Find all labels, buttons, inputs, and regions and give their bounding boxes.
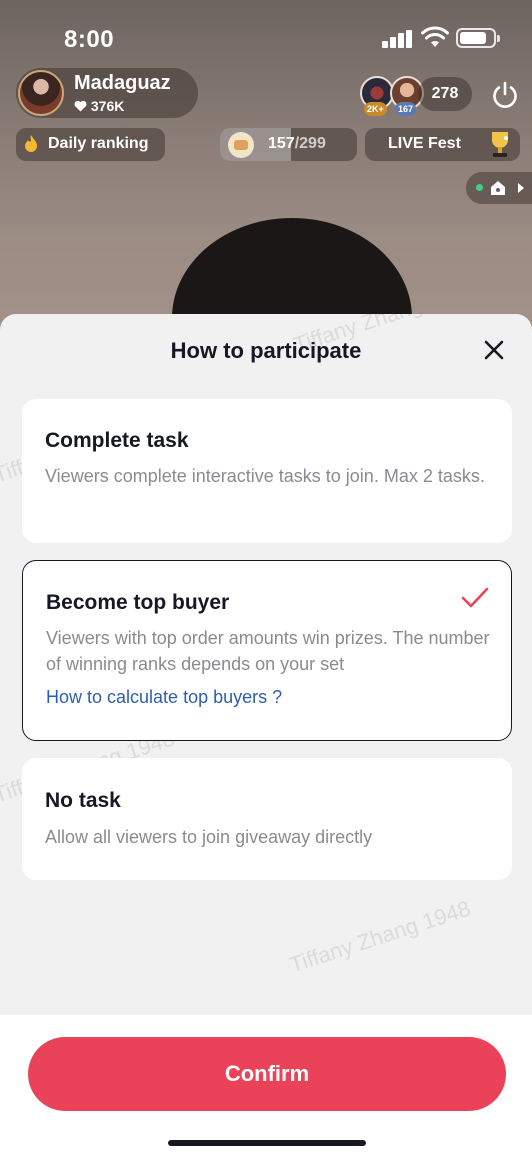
gift-goal-progress[interactable]: 157/299 bbox=[220, 128, 357, 161]
heart-icon bbox=[74, 100, 87, 112]
flame-icon bbox=[25, 135, 37, 152]
battery-icon bbox=[456, 28, 500, 48]
live-menu-toggle[interactable] bbox=[466, 172, 532, 204]
close-icon[interactable] bbox=[482, 338, 506, 362]
option-title: No task bbox=[45, 789, 121, 812]
avatar[interactable] bbox=[18, 70, 64, 116]
wifi-icon bbox=[421, 26, 449, 47]
confirm-button[interactable]: Confirm bbox=[28, 1037, 506, 1111]
option-description: Viewers complete interactive tasks to jo… bbox=[45, 466, 485, 486]
daily-ranking-button[interactable]: Daily ranking bbox=[16, 128, 165, 161]
option-description: Allow all viewers to join giveaway direc… bbox=[45, 827, 373, 847]
host-likes: 376K bbox=[74, 98, 124, 114]
cake-icon bbox=[228, 132, 254, 158]
trophy-icon[interactable] bbox=[482, 126, 518, 162]
online-dot bbox=[476, 184, 483, 191]
option-title: Become top buyer bbox=[46, 591, 230, 614]
host-name: Madaguaz bbox=[74, 72, 171, 94]
option-become-top-buyer[interactable]: Become top buyer Viewers with top order … bbox=[22, 560, 512, 741]
option-no-task[interactable]: No task Allow all viewers to join giveaw… bbox=[22, 758, 512, 880]
daily-ranking-label: Daily ranking bbox=[48, 135, 149, 152]
check-icon bbox=[461, 587, 489, 608]
option-complete-task[interactable]: Complete task Viewers complete interacti… bbox=[22, 399, 512, 543]
option-description: Viewers with top order amounts win prize… bbox=[46, 628, 490, 674]
option-title: Complete task bbox=[45, 429, 189, 452]
home-indicator bbox=[168, 1140, 366, 1146]
status-bar: 8:00 bbox=[0, 0, 532, 70]
signal-icon bbox=[382, 30, 414, 48]
likes-count: 376K bbox=[90, 98, 125, 114]
sheet-footer: Confirm bbox=[0, 1015, 532, 1160]
power-icon[interactable] bbox=[490, 80, 520, 110]
viewer-badge: 167 bbox=[395, 102, 417, 116]
viewer-badge: 2K+ bbox=[364, 102, 387, 116]
progress-current: 157 bbox=[268, 135, 295, 152]
host-profile[interactable]: Madaguaz 376K bbox=[16, 68, 198, 118]
calculate-top-buyers-link[interactable]: How to calculate top buyers ? bbox=[46, 687, 282, 708]
status-time: 8:00 bbox=[64, 26, 115, 53]
home-icon bbox=[491, 181, 505, 195]
viewer-count[interactable]: 278 bbox=[418, 77, 472, 111]
progress-total: /299 bbox=[294, 135, 326, 152]
watermark: Tiffany Zhang 1948 bbox=[286, 895, 474, 978]
sheet-title: How to participate bbox=[170, 338, 362, 363]
live-fest-label: LIVE Fest bbox=[388, 135, 461, 152]
chevron-right-icon bbox=[518, 183, 524, 193]
progress-text: 157/299 bbox=[268, 135, 326, 153]
